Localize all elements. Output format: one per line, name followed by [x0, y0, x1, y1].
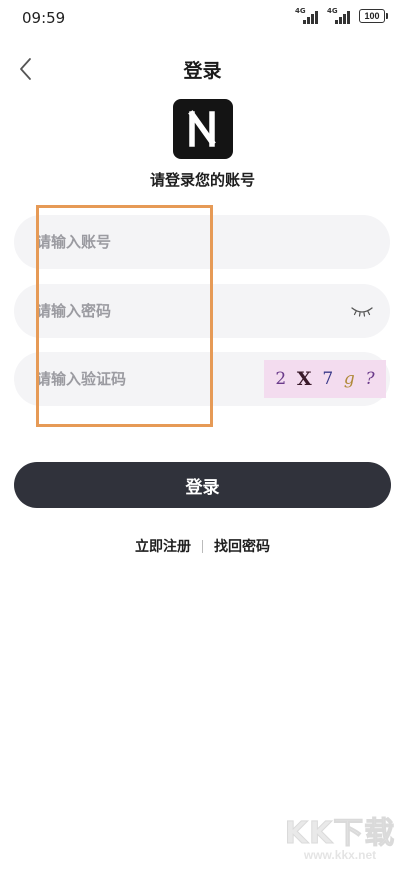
eye-closed-icon	[351, 307, 373, 317]
watermark: KK下载 www.kkx.net	[281, 808, 399, 870]
watermark-url: www.kkx.net	[303, 848, 377, 862]
battery-icon: 100	[359, 9, 388, 23]
captcha-char: 2	[275, 369, 287, 389]
password-field[interactable]	[14, 284, 390, 338]
account-input[interactable]	[14, 215, 390, 269]
captcha-char: 7	[322, 369, 334, 389]
battery-level: 100	[364, 11, 380, 21]
n-logo-icon	[188, 110, 216, 147]
captcha-char: ?	[365, 369, 375, 389]
signal-icon: 4G	[327, 7, 353, 24]
status-time: 09:59	[22, 9, 66, 27]
password-input[interactable]	[14, 284, 390, 338]
recover-password-link[interactable]: 找回密码	[214, 536, 270, 556]
link-divider	[202, 539, 203, 553]
login-subtitle: 请登录您的账号	[149, 171, 255, 189]
toggle-password-visibility[interactable]	[350, 302, 374, 320]
login-button[interactable]: 登录	[14, 462, 391, 508]
app-logo	[173, 99, 233, 159]
auth-links: 立即注册 找回密码	[0, 536, 405, 556]
captcha-char: X	[296, 368, 312, 390]
captcha-char: g	[343, 369, 355, 389]
status-bar: 09:59 4G 4G 100	[0, 0, 405, 36]
status-icons: 4G 4G 100	[295, 7, 388, 24]
register-link[interactable]: 立即注册	[135, 536, 191, 556]
signal-icon: 4G	[295, 7, 321, 24]
page-title: 登录	[183, 60, 222, 82]
account-field[interactable]	[14, 215, 390, 269]
watermark-text: KK下载	[284, 816, 396, 852]
captcha-image[interactable]: 2 X 7 g ?	[264, 360, 386, 398]
captcha-field[interactable]: 2 X 7 g ?	[14, 352, 390, 406]
